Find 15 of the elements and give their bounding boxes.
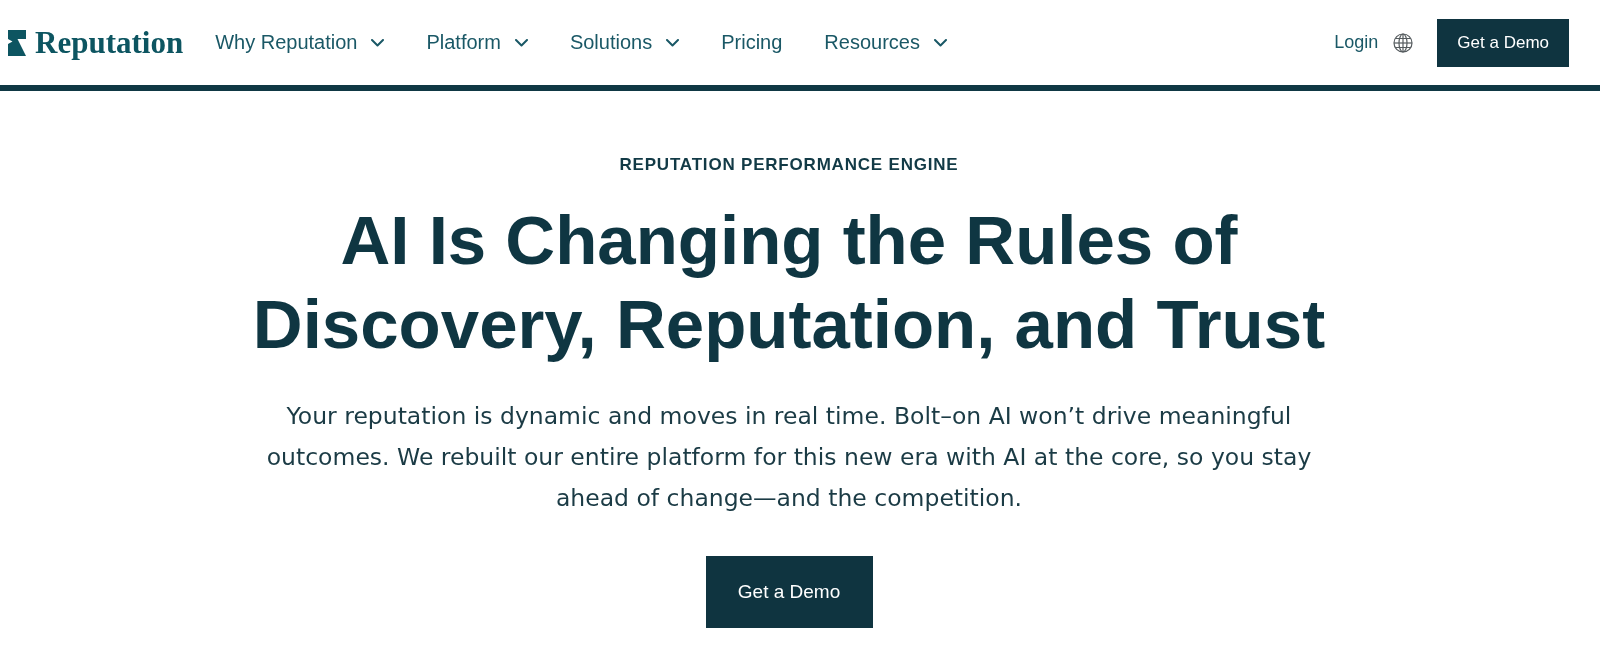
hero-heading: AI Is Changing the Rules of Discovery, Reputation, and Trust: [251, 201, 1327, 365]
nav-menu-item[interactable]: Platform: [426, 31, 528, 54]
logo-wordmark: Reputation: [35, 27, 184, 58]
nav-menu-item[interactable]: Why Reputation: [215, 31, 385, 54]
eyebrow-label: REPUTATION PERFORMANCE ENGINE: [619, 155, 959, 175]
logo-mark-icon: [8, 29, 26, 56]
nav-menu-item[interactable]: Pricing: [721, 31, 783, 54]
nav-menu-item[interactable]: Solutions: [569, 31, 680, 54]
login-link[interactable]: Login: [1334, 32, 1379, 53]
logo-link[interactable]: Reputation: [8, 27, 184, 58]
nav-menu-item[interactable]: Resources: [824, 31, 947, 54]
get-demo-button[interactable]: Get a Demo: [705, 556, 873, 628]
hero-description: Your reputation is dynamic and moves in real time. Bolt–on AI won’t drive meaningful outcomes. We rebuilt our entire platform for this new era with AI at the core, so you stay ahead of change—and the competition.: [265, 401, 1313, 514]
get-demo-button[interactable]: Get a Demo: [1437, 18, 1569, 67]
globe-icon[interactable]: [1393, 32, 1414, 53]
